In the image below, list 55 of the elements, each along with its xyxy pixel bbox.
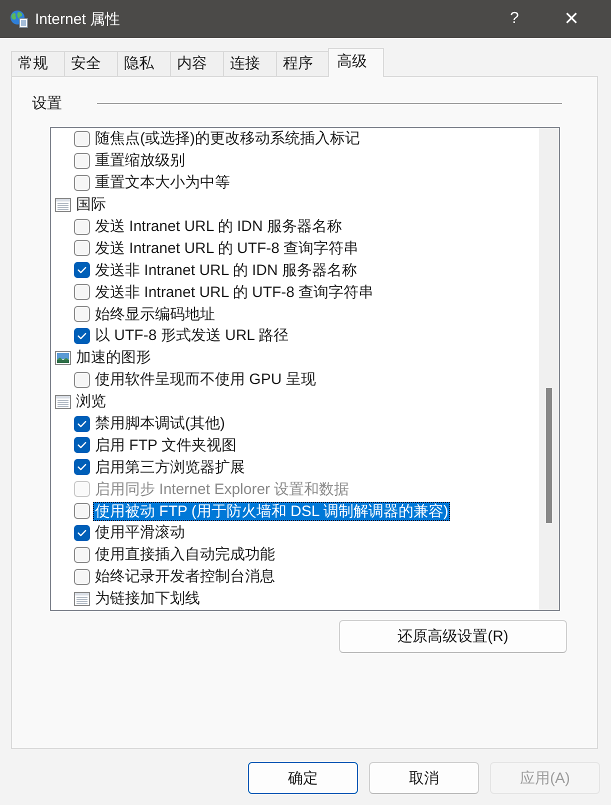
checkbox[interactable] bbox=[74, 437, 90, 454]
list-icon bbox=[74, 592, 90, 606]
checkbox-label[interactable]: 发送 Intranet URL 的 IDN 服务器名称 bbox=[93, 217, 344, 236]
checkbox[interactable] bbox=[74, 503, 90, 520]
checkbox[interactable] bbox=[74, 240, 90, 256]
checkbox-label[interactable]: 发送非 Intranet URL 的 IDN 服务器名称 bbox=[93, 260, 359, 280]
list-icon bbox=[55, 198, 71, 212]
checkbox-label[interactable]: 发送 Intranet URL 的 UTF-8 查询字符串 bbox=[93, 238, 361, 258]
checkbox[interactable] bbox=[74, 568, 90, 585]
picture-icon bbox=[55, 350, 71, 365]
checkbox[interactable] bbox=[74, 262, 90, 278]
reset-button[interactable]: 还原高级设置(R) bbox=[339, 620, 567, 653]
checkbox[interactable] bbox=[74, 372, 90, 388]
group-label[interactable]: 为链接加下划线 bbox=[93, 589, 202, 608]
checkbox-label[interactable]: 发送非 Intranet URL 的 UTF-8 查询字符串 bbox=[93, 282, 376, 302]
checkbox[interactable] bbox=[74, 546, 90, 563]
group-label[interactable]: 浏览 bbox=[74, 392, 108, 412]
window-title: Internet 属性 bbox=[35, 10, 120, 28]
checkbox-label[interactable]: 禁用脚本调试(其他) bbox=[93, 414, 227, 434]
checkbox[interactable] bbox=[74, 416, 90, 432]
tab[interactable]: 常规 bbox=[11, 51, 65, 76]
checkbox-label[interactable]: 以 UTF-8 形式发送 URL 路径 bbox=[93, 326, 291, 346]
checkbox[interactable] bbox=[74, 306, 90, 322]
ok-button[interactable]: 确定 bbox=[248, 762, 358, 794]
checkbox-label[interactable]: 使用平滑滚动 bbox=[93, 523, 187, 542]
checkbox[interactable] bbox=[74, 459, 90, 476]
cancel-button[interactable]: 取消 bbox=[369, 762, 479, 794]
help-button[interactable]: ? bbox=[486, 0, 543, 38]
globe-icon bbox=[10, 10, 28, 28]
checkbox[interactable] bbox=[74, 328, 90, 344]
settings-list[interactable] bbox=[50, 127, 560, 611]
group-label[interactable]: 国际 bbox=[74, 195, 108, 214]
checkbox[interactable] bbox=[74, 174, 90, 191]
checkbox-label[interactable]: 始终显示编码地址 bbox=[93, 304, 217, 324]
checkbox[interactable] bbox=[74, 284, 90, 300]
checkbox-label[interactable]: 始终记录开发者控制台消息 bbox=[93, 567, 277, 586]
checkbox[interactable] bbox=[74, 152, 90, 169]
scrollbar[interactable] bbox=[539, 128, 559, 610]
checkbox[interactable] bbox=[74, 524, 90, 541]
checkbox-label[interactable]: 随焦点(或选择)的更改移动系统插入标记 bbox=[93, 129, 362, 148]
checkbox[interactable] bbox=[74, 130, 90, 147]
section-title: 设置 bbox=[32, 94, 62, 112]
group-label[interactable]: 加速的图形 bbox=[74, 348, 153, 368]
tab[interactable]: 高级 bbox=[328, 48, 384, 77]
close-button[interactable]: × bbox=[543, 0, 600, 38]
checkbox-label[interactable]: 重置文本大小为中等 bbox=[93, 173, 232, 192]
checkbox-label[interactable]: 启用第三方浏览器扩展 bbox=[93, 458, 247, 477]
scrollbar-thumb[interactable] bbox=[546, 388, 552, 523]
checkbox-label[interactable]: 使用直接插入自动完成功能 bbox=[93, 545, 277, 564]
checkbox-label[interactable]: 启用 FTP 文件夹视图 bbox=[93, 436, 238, 455]
list-icon bbox=[55, 394, 71, 409]
checkbox-label[interactable]: 使用软件呈现而不使用 GPU 呈现 bbox=[93, 370, 318, 390]
checkbox-label[interactable]: 重置缩放级别 bbox=[93, 151, 187, 170]
checkbox[interactable] bbox=[74, 218, 90, 234]
checkbox-label[interactable]: 使用被动 FTP (用于防火墙和 DSL 调制解调器的兼容) bbox=[93, 502, 450, 521]
